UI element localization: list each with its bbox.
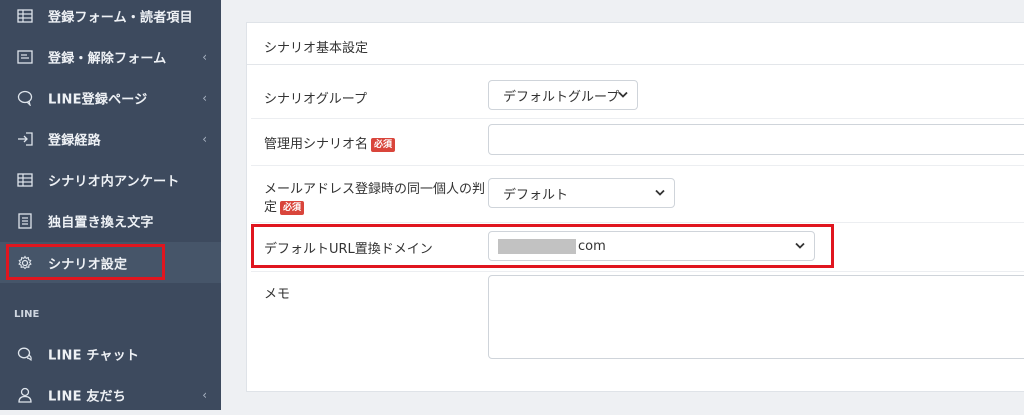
- sidebar-item-label: シナリオ内アンケート: [48, 174, 180, 189]
- chevron-left-icon: ‹: [202, 131, 207, 146]
- required-badge: 必須: [371, 137, 396, 152]
- row-divider: [251, 165, 1024, 166]
- card-title: シナリオ基本設定: [264, 41, 369, 56]
- same-person-judgment-label: メールアドレス登録時の同一個人の判: [264, 182, 486, 197]
- card-header: シナリオ基本設定: [247, 23, 1024, 65]
- scenario-name-label: 管理用シナリオ名 必須: [264, 133, 396, 152]
- sidebar-item-register-unsubscribe-form[interactable]: 登録・解除フォーム ‹: [0, 36, 221, 77]
- highlight-box: [251, 224, 834, 268]
- sidebar-item-label: LINE 友だち: [48, 389, 127, 404]
- required-badge: 必須: [280, 200, 305, 215]
- chevron-left-icon: ‹: [202, 49, 207, 64]
- same-person-judgment-label-text: 定: [264, 200, 278, 215]
- sidebar-item-registration-route[interactable]: 登録経路 ‹: [0, 118, 221, 159]
- scenario-group-value: デフォルトグループ: [503, 89, 620, 105]
- chevron-down-icon: [618, 88, 628, 103]
- chat-icon: [17, 346, 33, 362]
- table-icon: [17, 172, 33, 188]
- scenario-name-input[interactable]: [488, 124, 1024, 155]
- memo-label: メモ: [264, 287, 291, 302]
- scenario-group-select[interactable]: デフォルトグループ: [488, 80, 638, 110]
- sign-in-icon: [17, 131, 33, 147]
- chevron-down-icon: [655, 186, 665, 201]
- highlight-box: [6, 244, 165, 280]
- sidebar-item-custom-replacement-text[interactable]: 独自置き換え文字: [0, 200, 221, 241]
- sidebar-item-line-chat[interactable]: LINE チャット: [0, 333, 221, 374]
- sidebar-item-label: LINE登録ページ: [48, 92, 148, 107]
- sidebar-item-registration-form-fields[interactable]: 登録フォーム・読者項目: [0, 0, 221, 36]
- sidebar-item-label: 登録フォーム・読者項目: [48, 10, 193, 25]
- sidebar-item-line-registration-page[interactable]: LINE登録ページ ‹: [0, 77, 221, 118]
- scenario-name-label-text: 管理用シナリオ名: [264, 137, 369, 152]
- sidebar-item-line-friends[interactable]: LINE 友だち ‹: [0, 374, 221, 415]
- memo-textarea[interactable]: [488, 275, 1024, 359]
- row-divider: [251, 271, 1024, 272]
- sidebar-item-scenario-survey[interactable]: シナリオ内アンケート: [0, 159, 221, 200]
- row-divider: [251, 222, 1024, 223]
- document-icon: [17, 212, 33, 229]
- speech-bubble-icon: [17, 90, 33, 106]
- row-divider: [251, 118, 1024, 119]
- sidebar-item-label: LINE チャット: [48, 348, 140, 363]
- sidebar-item-label: 独自置き換え文字: [48, 215, 154, 230]
- same-person-judgment-label-line2: 定必須: [264, 196, 305, 215]
- same-person-judgment-select[interactable]: デフォルト: [488, 178, 675, 208]
- user-icon: [17, 387, 33, 403]
- sidebar-item-label: 登録経路: [48, 133, 101, 148]
- sidebar: 登録フォーム・読者項目 登録・解除フォーム ‹ LINE登録ページ ‹ 登録経路…: [0, 0, 221, 410]
- form-icon: [17, 49, 33, 65]
- chevron-left-icon: ‹: [202, 387, 207, 402]
- sidebar-section-label: LINE: [14, 309, 40, 320]
- sidebar-item-label: 登録・解除フォーム: [48, 51, 167, 66]
- same-person-judgment-value: デフォルト: [503, 187, 569, 203]
- scenario-group-label: シナリオグループ: [264, 92, 367, 107]
- chevron-left-icon: ‹: [202, 90, 207, 105]
- table-icon: [17, 8, 33, 24]
